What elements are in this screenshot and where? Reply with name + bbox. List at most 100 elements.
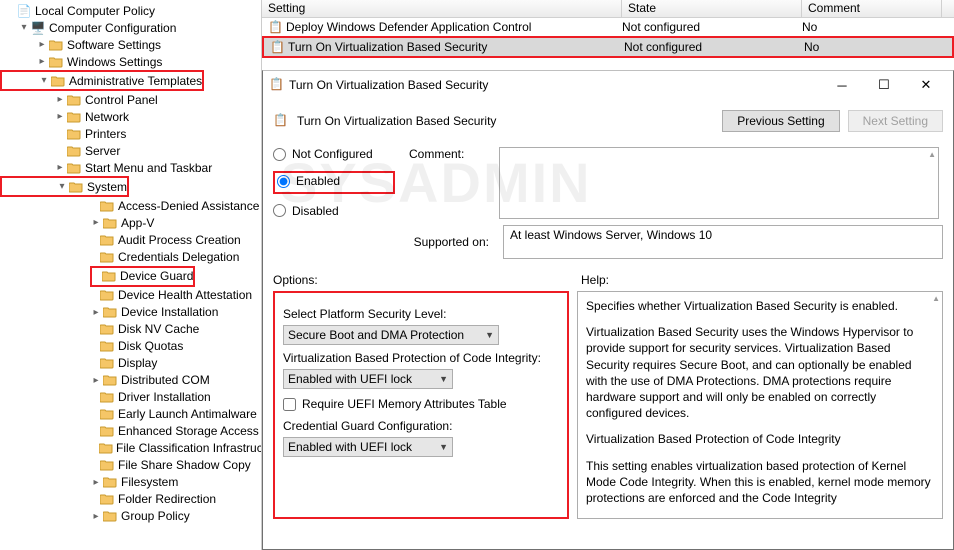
tree-admin-templates[interactable]: ▾ Administrative Templates (2, 72, 202, 89)
supported-box: At least Windows Server, Windows 10 (503, 225, 943, 259)
tree-access-denied[interactable]: Access-Denied Assistance (0, 197, 261, 214)
supported-value: At least Windows Server, Windows 10 (510, 228, 712, 242)
list-row[interactable]: 📋 Deploy Windows Defender Application Con… (262, 18, 954, 36)
setting-icon: 📋 (268, 20, 282, 34)
radio-enabled[interactable]: Enabled (277, 174, 340, 188)
tree-audit[interactable]: Audit Process Creation (0, 231, 261, 248)
tree-filesystem[interactable]: ▸ Filesystem (0, 474, 261, 491)
tree-computer-config[interactable]: ▾ 🖥️ Computer Configuration (0, 19, 261, 36)
folder-icon (99, 390, 115, 404)
tree-group-policy[interactable]: ▸Group Policy (0, 508, 261, 525)
col-header-comment[interactable]: Comment (802, 0, 942, 17)
minimize-button[interactable]: ─ (821, 72, 863, 98)
tree-enh-storage[interactable]: Enhanced Storage Access (0, 423, 261, 440)
folder-icon (99, 458, 115, 472)
computer-icon: 🖥️ (30, 21, 46, 35)
tree-system[interactable]: ▾ System (2, 178, 127, 195)
setting-comment: No (804, 40, 944, 54)
uefi-checkbox-row[interactable]: Require UEFI Memory Attributes Table (283, 397, 559, 411)
tree-elam[interactable]: Early Launch Antimalware (0, 406, 261, 423)
folder-icon (102, 373, 118, 387)
tree-dcom[interactable]: ▸Distributed COM (0, 372, 261, 389)
folder-icon (66, 93, 82, 107)
tree-label: Local Computer Policy (35, 4, 155, 18)
tree-file-class[interactable]: File Classification Infrastructure (0, 440, 261, 457)
tree-label: Display (118, 356, 157, 370)
tree-label: Audit Process Creation (118, 233, 241, 247)
setting-state: Not configured (624, 40, 804, 54)
tree-appv[interactable]: ▸App-V (0, 214, 261, 231)
radio-label: Not Configured (292, 147, 373, 161)
vbpci-select[interactable]: Enabled with UEFI lock▼ (283, 369, 453, 389)
folder-icon (101, 269, 117, 283)
folder-icon (99, 339, 115, 353)
chevron-right-icon: ▸ (36, 56, 48, 67)
tree-label: Computer Configuration (49, 21, 176, 35)
col-header-state[interactable]: State (622, 0, 802, 17)
tree-disk-quotas[interactable]: Disk Quotas (0, 338, 261, 355)
folder-icon (66, 144, 82, 158)
radio-disabled[interactable]: Disabled (273, 204, 395, 218)
setting-name: Deploy Windows Defender Application Cont… (286, 20, 531, 34)
next-setting-button[interactable]: Next Setting (848, 110, 943, 132)
radio-not-configured[interactable]: Not Configured (273, 147, 395, 161)
comment-textarea[interactable] (499, 147, 939, 219)
tree-disk-nv[interactable]: Disk NV Cache (0, 321, 261, 338)
tree-driver-install[interactable]: Driver Installation (0, 389, 261, 406)
tree-network[interactable]: ▸Network (0, 108, 261, 125)
col-header-setting[interactable]: Setting (262, 0, 622, 17)
options-label: Options: (273, 273, 573, 287)
list-row-selected[interactable]: 📋Turn On Virtualization Based Security N… (264, 38, 952, 56)
setting-icon: 📋 (273, 113, 289, 129)
previous-setting-button[interactable]: Previous Setting (722, 110, 839, 132)
comment-label: Comment: (409, 147, 489, 219)
tree-server[interactable]: Server (0, 142, 261, 159)
tree-software-settings[interactable]: ▸ Software Settings (0, 36, 261, 53)
chevron-right-icon: ▸ (90, 477, 102, 488)
tree-device-guard[interactable]: Device Guard (92, 268, 193, 285)
tree-cred-delegation[interactable]: Credentials Delegation (0, 248, 261, 265)
tree-display[interactable]: Display (0, 355, 261, 372)
folder-icon (68, 180, 84, 194)
tree-label: Access-Denied Assistance (118, 199, 259, 213)
uefi-checkbox[interactable] (283, 398, 296, 411)
chevron-right-icon: ▸ (90, 217, 102, 228)
maximize-button[interactable]: ☐ (863, 72, 905, 98)
chevron-right-icon: ▸ (90, 511, 102, 522)
folder-icon (66, 127, 82, 141)
tree-label: Start Menu and Taskbar (85, 161, 212, 175)
tree-device-health[interactable]: Device Health Attestation (0, 287, 261, 304)
tree-root[interactable]: 📄 Local Computer Policy (0, 2, 261, 19)
supported-label: Supported on: (409, 235, 489, 249)
policy-dialog: 📋 Turn On Virtualization Based Security … (262, 70, 954, 550)
close-button[interactable]: ✕ (905, 72, 947, 98)
tree-folder-redir[interactable]: Folder Redirection (0, 491, 261, 508)
folder-icon (99, 407, 115, 421)
tree-printers[interactable]: Printers (0, 125, 261, 142)
tree-label: Filesystem (121, 475, 178, 489)
chevron-down-icon: ▾ (56, 181, 68, 192)
platform-select[interactable]: Secure Boot and DMA Protection▼ (283, 325, 499, 345)
tree-label: File Classification Infrastructure (116, 441, 262, 455)
tree-label: Distributed COM (121, 373, 210, 387)
tree-label: Credentials Delegation (118, 250, 239, 264)
tree-windows-settings[interactable]: ▸ Windows Settings (0, 53, 261, 70)
tree-file-share[interactable]: File Share Shadow Copy (0, 457, 261, 474)
chevron-right-icon: ▸ (54, 94, 66, 105)
folder-icon (99, 233, 115, 247)
tree-control-panel[interactable]: ▸Control Panel (0, 91, 261, 108)
tree-device-install[interactable]: ▸Device Installation (0, 304, 261, 321)
select-value: Secure Boot and DMA Protection (288, 328, 464, 342)
credguard-select[interactable]: Enabled with UEFI lock▼ (283, 437, 453, 457)
titlebar[interactable]: 📋 Turn On Virtualization Based Security … (263, 71, 953, 99)
folder-icon (102, 509, 118, 523)
tree-label: Device Installation (121, 305, 218, 319)
tree-label: System (87, 180, 127, 194)
radio-label: Disabled (292, 204, 339, 218)
radio-label: Enabled (296, 174, 340, 188)
select-value: Enabled with UEFI lock (288, 440, 412, 454)
tree-label: Device Health Attestation (118, 288, 252, 302)
tree-start-menu[interactable]: ▸Start Menu and Taskbar (0, 159, 261, 176)
chevron-down-icon: ▼ (439, 374, 448, 384)
platform-label: Select Platform Security Level: (283, 307, 559, 321)
